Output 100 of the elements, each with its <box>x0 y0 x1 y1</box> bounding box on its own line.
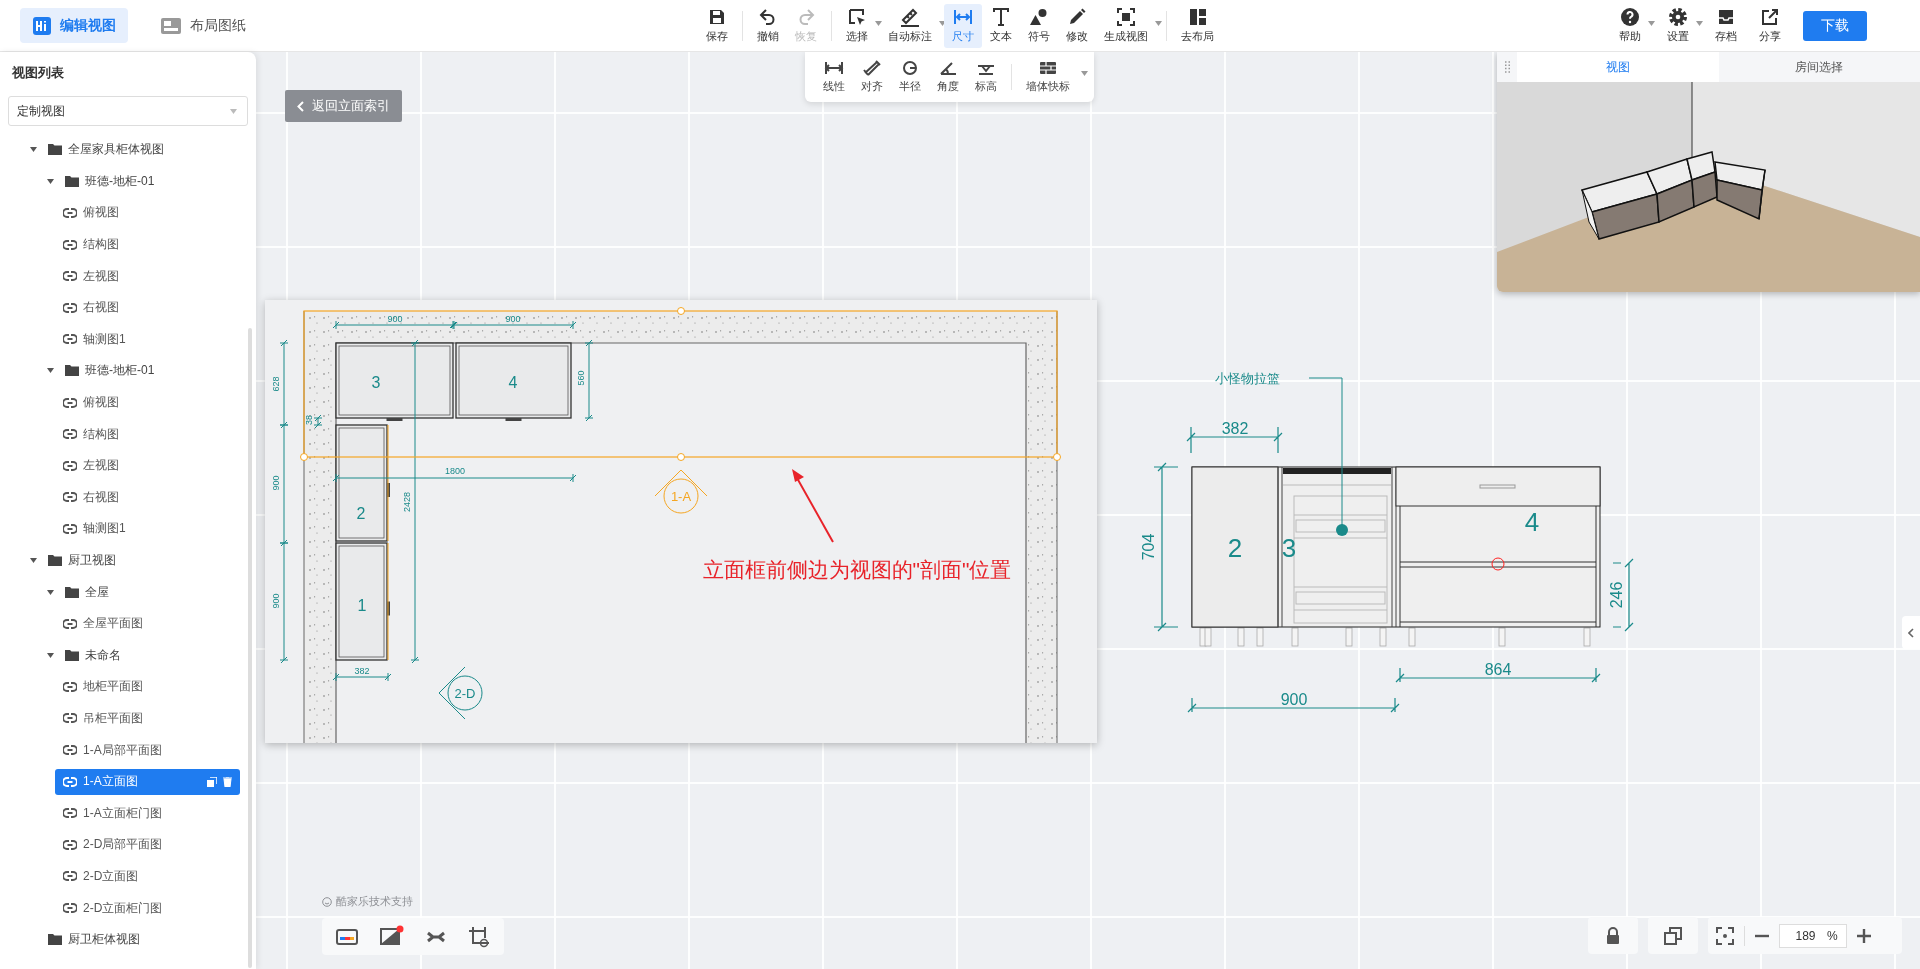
tree-item[interactable]: 2-D局部平面图 <box>55 831 240 858</box>
link-icon <box>63 681 77 692</box>
header-action[interactable]: 分享 <box>1751 3 1789 48</box>
folder-icon <box>48 934 62 946</box>
dimension-line <box>332 672 392 682</box>
toolbar-button[interactable]: 对齐 <box>853 60 891 94</box>
toolbar-button[interactable]: 选择 <box>838 3 880 48</box>
folder-icon <box>48 144 62 156</box>
header-action[interactable]: 帮助 <box>1611 3 1653 48</box>
tree-folder-label[interactable]: 班德-地柜-01 <box>85 172 155 190</box>
caret-icon <box>1081 71 1088 76</box>
folder-icon <box>65 586 79 598</box>
marker-circle <box>1491 557 1505 571</box>
toolbar-button[interactable]: 半径 <box>891 60 929 94</box>
view-select[interactable]: 定制视图 <box>8 96 248 126</box>
tree-item[interactable]: 俯视图 <box>55 200 240 226</box>
folder-icon <box>65 365 79 377</box>
link-nodes-icon[interactable] <box>426 929 446 944</box>
toolbar-button[interactable]: 文本 <box>982 3 1020 48</box>
tree-folder-label[interactable]: 班德-地柜-01 <box>85 362 155 380</box>
toolbar-button[interactable]: 墙体快标 <box>1018 60 1084 94</box>
plus-icon[interactable] <box>1856 928 1871 943</box>
tree-folder-label[interactable]: 全屋 <box>85 583 109 601</box>
toolbar-button[interactable]: 符号 <box>1020 3 1058 48</box>
tree-item[interactable]: 1-A局部平面图 <box>55 737 240 764</box>
cabinet-number: 4 <box>508 374 518 391</box>
callout-label: 小怪物拉篮 <box>1214 371 1280 386</box>
toolbar-button[interactable]: 生成视图 <box>1096 3 1160 48</box>
select-icon <box>847 7 867 27</box>
tree-item[interactable]: 全屋平面图 <box>55 610 240 637</box>
toolbar-button[interactable]: 修改 <box>1058 3 1096 48</box>
dimension-label: 1800 <box>445 466 465 476</box>
link-icon <box>63 618 77 629</box>
preview-tab[interactable]: 视图 <box>1517 52 1719 82</box>
tree-item[interactable]: 1-A立面柜门图 <box>55 800 240 827</box>
tree-folder-label[interactable]: 厨卫视图 <box>68 552 116 569</box>
toolbar-button[interactable]: 撤销 <box>749 3 787 48</box>
toolbar-button[interactable]: 标高 <box>967 60 1005 94</box>
tree-item[interactable]: 左视图 <box>55 263 240 290</box>
dimension-label: 628 <box>271 376 281 392</box>
tree-item[interactable]: 轴测图1 <box>55 515 240 542</box>
tree-item[interactable]: 右视图 <box>55 294 240 321</box>
copy-icon[interactable] <box>207 776 217 787</box>
tree-folder-label[interactable]: 厨卫柜体视图 <box>68 931 140 949</box>
cabinet-number: 1 <box>357 597 367 614</box>
dimension-label: 246 <box>1608 581 1625 609</box>
card-icon[interactable] <box>336 927 358 946</box>
header-action[interactable]: 设置 <box>1659 3 1701 48</box>
download-button[interactable]: 下载 <box>1803 10 1867 41</box>
tree-item[interactable]: 右视图 <box>55 484 240 511</box>
text-tool-icon <box>991 7 1011 27</box>
tree-item[interactable]: 结构图 <box>55 421 240 448</box>
lock-button[interactable] <box>1588 917 1638 954</box>
drag-handle-icon[interactable] <box>1504 61 1510 73</box>
toolbar-button[interactable]: 角度 <box>929 60 967 94</box>
tree-folder-label[interactable]: 未命名 <box>85 646 121 664</box>
preview-tab[interactable]: 房间选择 <box>1718 52 1920 82</box>
folder-icon <box>65 649 79 661</box>
trash-icon[interactable] <box>223 776 232 787</box>
tree-item[interactable]: 2-D立面图 <box>55 863 240 890</box>
toolbar-button[interactable]: 去布局 <box>1173 3 1222 48</box>
layout-icon <box>1187 7 1208 27</box>
toolbar-button[interactable]: 保存 <box>698 3 736 48</box>
radius-icon <box>900 60 920 76</box>
cabinet-number: 2 <box>356 505 366 522</box>
link-icon <box>63 871 77 882</box>
brick-wall-icon <box>1038 60 1058 76</box>
scrollbar[interactable] <box>248 328 252 968</box>
settings-icon <box>1668 7 1688 27</box>
tree-item[interactable]: 1-A立面图 <box>55 768 240 795</box>
dimension-icon <box>824 60 844 76</box>
tree-item[interactable]: 俯视图 <box>55 389 240 416</box>
redo-icon <box>796 7 816 27</box>
toolbar-button[interactable]: 线性 <box>815 60 853 94</box>
crop-icon[interactable] <box>468 925 490 948</box>
tree-item[interactable]: 2-D立面柜门图 <box>55 895 240 922</box>
dimension-label: 560 <box>576 370 586 386</box>
tree-item[interactable]: 结构图 <box>55 231 240 258</box>
toolbar-button[interactable]: 自动标注 <box>880 3 944 48</box>
tree-folder-label[interactable]: 全屋家具柜体视图 <box>68 141 164 159</box>
tree-item[interactable]: 地柜平面图 <box>55 673 240 700</box>
image-icon[interactable] <box>380 925 404 945</box>
copy-button[interactable] <box>1648 917 1698 954</box>
fit-view-icon[interactable] <box>1716 926 1734 945</box>
toolbar-button[interactable]: 尺寸 <box>944 3 982 48</box>
smiley-icon <box>322 896 332 907</box>
dimension-label: 2428 <box>402 492 412 512</box>
dimension-label: 704 <box>1140 533 1157 561</box>
link-icon <box>63 523 77 534</box>
annotation-text: 立面框前侧边为视图的"剖面"位置 <box>702 558 1012 581</box>
header-action[interactable]: 存档 <box>1707 3 1745 48</box>
tree-item[interactable]: 轴测图1 <box>55 326 240 353</box>
logo-icon <box>32 15 52 36</box>
collapse-tab[interactable] <box>1902 616 1920 649</box>
help-icon <box>1620 7 1640 27</box>
caret-icon <box>230 108 237 114</box>
dimension-label: 382 <box>1221 420 1249 437</box>
tree-item[interactable]: 吊柜平面图 <box>55 705 240 732</box>
header-tab[interactable]: 布局图纸 <box>148 8 258 43</box>
tree-item[interactable]: 左视图 <box>55 452 240 479</box>
